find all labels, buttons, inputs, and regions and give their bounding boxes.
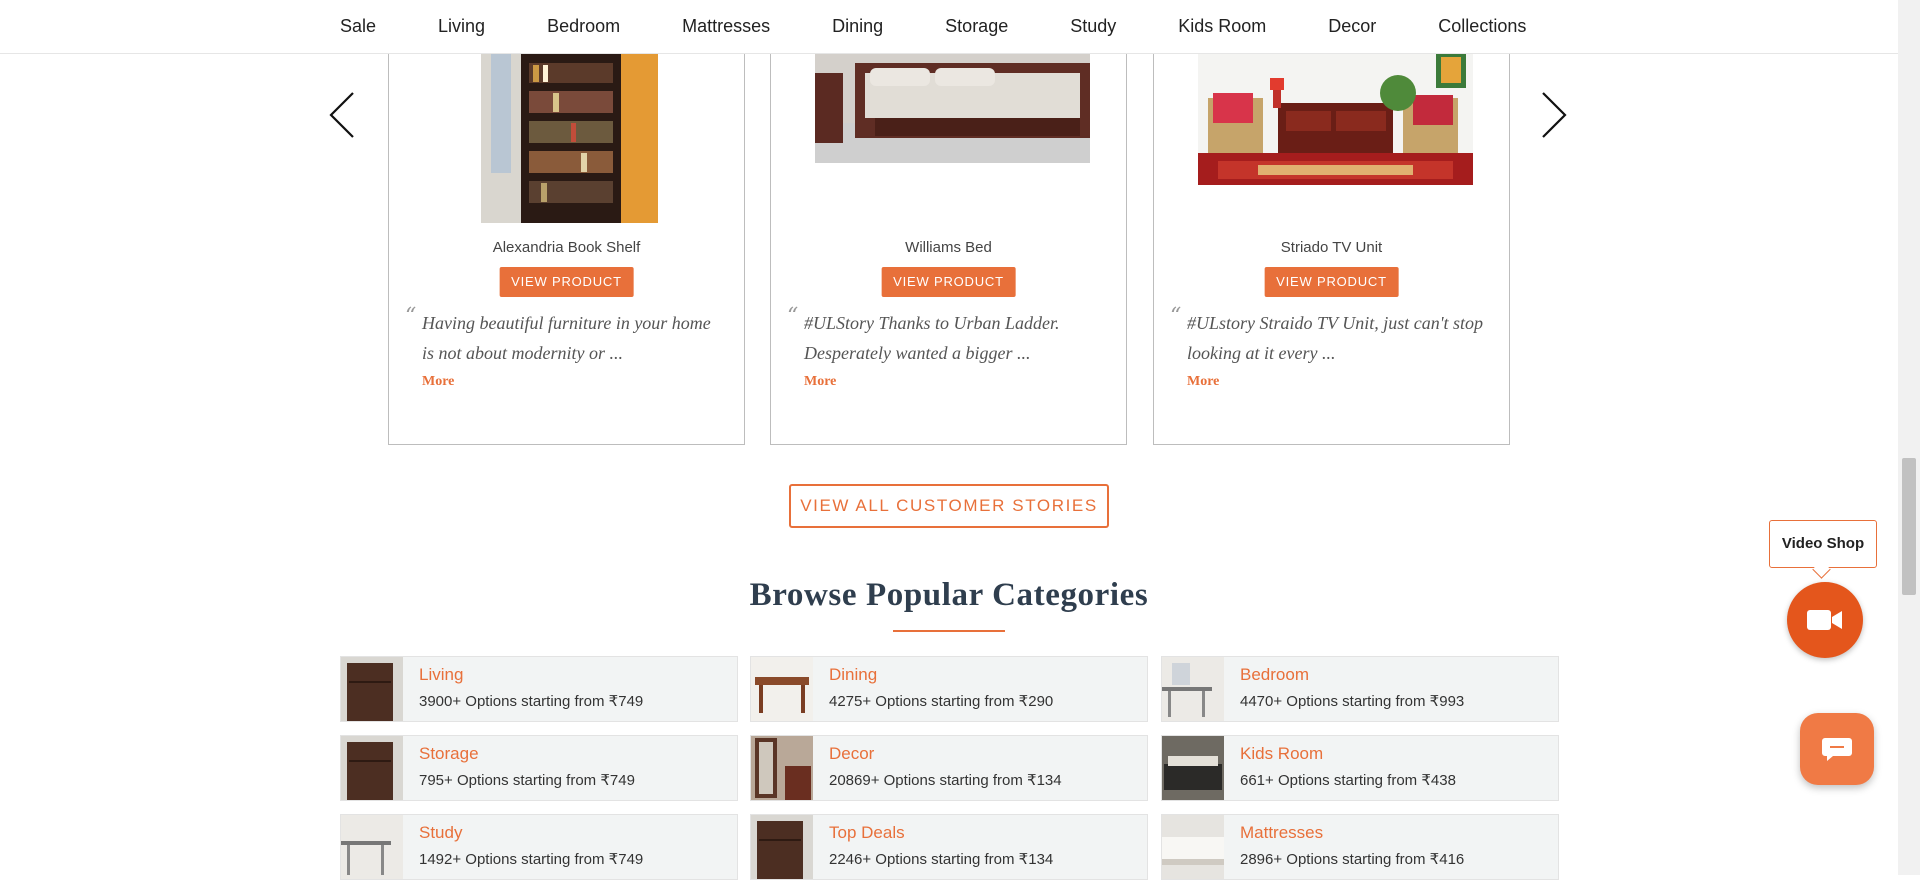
category-name: Mattresses	[1240, 823, 1324, 842]
chat-button[interactable]	[1800, 713, 1874, 785]
story-more-link[interactable]: More	[1187, 374, 1219, 390]
category-tile-decor[interactable]: Decor 20869+ Options starting from ₹134	[750, 735, 1148, 801]
story-more-link[interactable]: More	[804, 374, 836, 390]
nav-item-study[interactable]: Study	[1070, 16, 1116, 37]
category-description: 4470+ Options starting from ₹993	[1240, 693, 1465, 710]
category-thumbnail	[1162, 736, 1224, 800]
category-name: Decor	[829, 744, 875, 763]
quote-mark-icon: “	[405, 304, 417, 329]
story-more-link[interactable]: More	[422, 374, 454, 390]
view-all-customer-stories-button[interactable]: VIEW ALL CUSTOMER STORIES	[789, 484, 1109, 528]
story-card: Williams Bed VIEW PRODUCT “ #ULStory Tha…	[770, 53, 1127, 445]
story-quote: #ULstory Straido TV Unit, just can't sto…	[1187, 313, 1484, 363]
carousel-prev-arrow-icon[interactable]	[323, 85, 363, 145]
page-scrollbar[interactable]	[1898, 0, 1920, 875]
carousel-next-arrow-icon[interactable]	[1533, 85, 1573, 145]
category-tile-storage[interactable]: Storage 795+ Options starting from ₹749	[340, 735, 738, 801]
view-product-button[interactable]: VIEW PRODUCT	[499, 267, 634, 297]
video-shop-label[interactable]: Video Shop	[1769, 520, 1877, 568]
nav-item-decor[interactable]: Decor	[1328, 16, 1376, 37]
view-product-button[interactable]: VIEW PRODUCT	[881, 267, 1016, 297]
category-tile-study[interactable]: Study 1492+ Options starting from ₹749	[340, 814, 738, 880]
section-title: Browse Popular Categories	[749, 577, 1149, 613]
nav-item-collections[interactable]: Collections	[1438, 16, 1526, 37]
quote-mark-icon: “	[1170, 304, 1182, 329]
scrollbar-thumb[interactable]	[1902, 458, 1916, 595]
title-underline	[893, 630, 1005, 632]
product-photo-bed[interactable]	[815, 53, 1090, 163]
video-shop-button[interactable]	[1787, 582, 1863, 658]
story-product-name: Alexandria Book Shelf	[492, 239, 641, 256]
category-name: Kids Room	[1240, 744, 1324, 763]
category-description: 4275+ Options starting from ₹290	[829, 693, 1054, 710]
chat-bubble-icon	[1822, 738, 1852, 761]
category-description: 2246+ Options starting from ₹134	[829, 851, 1054, 868]
category-description: 3900+ Options starting from ₹749	[419, 693, 644, 710]
category-thumbnail	[341, 657, 403, 721]
product-photo-tv-unit[interactable]	[1198, 53, 1473, 185]
story-card: Alexandria Book Shelf VIEW PRODUCT “ Hav…	[388, 53, 745, 445]
category-thumbnail	[751, 657, 813, 721]
nav-item-living[interactable]: Living	[438, 16, 485, 37]
category-thumbnail	[341, 736, 403, 800]
category-description: 2896+ Options starting from ₹416	[1240, 851, 1465, 868]
category-tile-living[interactable]: Living 3900+ Options starting from ₹749	[340, 656, 738, 722]
category-thumbnail	[1162, 815, 1224, 879]
view-product-button[interactable]: VIEW PRODUCT	[1264, 267, 1399, 297]
nav-list: Sale Living Bedroom Mattresses Dining St…	[340, 0, 1526, 53]
category-name: Storage	[419, 744, 479, 763]
top-navigation: Sale Living Bedroom Mattresses Dining St…	[0, 0, 1898, 54]
nav-item-bedroom[interactable]: Bedroom	[547, 16, 620, 37]
story-product-name: Williams Bed	[905, 239, 992, 256]
customer-stories-carousel: Alexandria Book Shelf VIEW PRODUCT “ Hav…	[0, 53, 1898, 453]
category-name: Living	[419, 665, 464, 684]
category-tile-dining[interactable]: Dining 4275+ Options starting from ₹290	[750, 656, 1148, 722]
category-description: 20869+ Options starting from ₹134	[829, 772, 1062, 789]
category-thumbnail	[751, 815, 813, 879]
category-thumbnail	[751, 736, 813, 800]
category-tile-top-deals[interactable]: Top Deals 2246+ Options starting from ₹1…	[750, 814, 1148, 880]
category-tile-bedroom[interactable]: Bedroom 4470+ Options starting from ₹993	[1161, 656, 1559, 722]
story-product-name: Striado TV Unit	[1280, 239, 1383, 256]
nav-item-storage[interactable]: Storage	[945, 16, 1008, 37]
product-photo-bookshelf[interactable]	[481, 53, 658, 223]
category-name: Top Deals	[829, 823, 905, 842]
video-camera-icon	[1807, 610, 1842, 630]
category-tile-mattresses[interactable]: Mattresses 2896+ Options starting from ₹…	[1161, 814, 1559, 880]
category-description: 795+ Options starting from ₹749	[419, 772, 635, 789]
category-thumbnail	[1162, 657, 1224, 721]
nav-item-sale[interactable]: Sale	[340, 16, 376, 37]
category-description: 661+ Options starting from ₹438	[1240, 772, 1456, 789]
story-quote: #ULStory Thanks to Urban Ladder. Despera…	[804, 313, 1060, 363]
quote-mark-icon: “	[787, 304, 799, 329]
category-description: 1492+ Options starting from ₹749	[419, 851, 644, 868]
category-name: Dining	[829, 665, 878, 684]
nav-item-mattresses[interactable]: Mattresses	[682, 16, 770, 37]
nav-item-kids-room[interactable]: Kids Room	[1178, 16, 1266, 37]
category-name: Bedroom	[1240, 665, 1309, 684]
nav-item-dining[interactable]: Dining	[832, 16, 883, 37]
story-card: Striado TV Unit VIEW PRODUCT “ #ULstory …	[1153, 53, 1510, 445]
story-quote: Having beautiful furniture in your home …	[422, 313, 711, 363]
category-thumbnail	[341, 815, 403, 879]
category-tile-kids-room[interactable]: Kids Room 661+ Options starting from ₹43…	[1161, 735, 1559, 801]
category-name: Study	[419, 823, 463, 842]
